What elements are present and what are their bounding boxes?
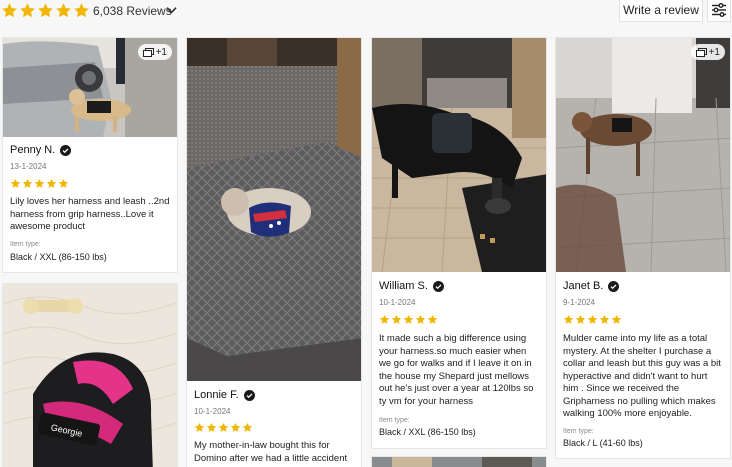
item-type-label: Item type: [379, 417, 410, 424]
star-icon [22, 178, 33, 188]
star-icon [611, 314, 622, 324]
review-text: It made such a big difference using your… [379, 333, 534, 407]
reviews-header: 6,038 Reviews Write a review [0, 0, 732, 24]
star-icon [2, 3, 17, 18]
star-icon [206, 422, 217, 432]
review-date: 10-1-2024 [379, 298, 416, 307]
item-type-value: Black / XXL (86-150 lbs) [10, 252, 107, 262]
star-icon [587, 314, 598, 324]
photo-count: +1 [708, 46, 720, 58]
review-stars [10, 178, 69, 189]
review-photo[interactable] [187, 38, 361, 381]
review-text: My mother-in-law bought this for Domino … [194, 440, 348, 464]
star-icon [391, 314, 402, 324]
item-type-value: Black / L (41-60 lbs) [563, 438, 643, 448]
star-icon [230, 422, 241, 432]
star-icon [403, 314, 414, 324]
reviewer-name: Penny N. [10, 144, 56, 156]
review-photo[interactable]: +1 [3, 38, 177, 137]
review-stars [194, 422, 253, 433]
review-date: 9-1-2024 [563, 298, 596, 307]
review-photo-image [372, 457, 546, 467]
review-text: Mulder came into my life as a total myst… [563, 333, 721, 419]
reviewer-row: Lonnie F. [194, 389, 255, 401]
star-icon [46, 178, 57, 188]
star-icon [74, 3, 89, 18]
star-icon [38, 3, 53, 18]
star-icon [20, 3, 35, 18]
item-type-value: Black / XXL (86-150 lbs) [379, 427, 476, 437]
write-review-button[interactable]: Write a review [619, 0, 703, 22]
reviewer-row: Janet B. [563, 280, 620, 292]
review-card[interactable] [371, 456, 547, 467]
star-icon [58, 178, 69, 188]
review-photo[interactable]: Georgie [3, 284, 177, 467]
overall-rating-stars [1, 2, 90, 19]
images-icon [142, 47, 154, 57]
review-card[interactable]: +1 Janet B. 9-1-2024 Mulder came into my… [555, 37, 731, 459]
review-card[interactable]: +1 Penny N. 13-1-2024 Lily loves her har… [2, 37, 178, 273]
reviewer-name: Lonnie F. [194, 389, 239, 401]
star-icon [56, 3, 71, 18]
review-photo[interactable] [372, 38, 546, 272]
star-icon [218, 422, 229, 432]
star-icon [242, 422, 253, 432]
review-date: 10-1-2024 [194, 407, 231, 416]
verified-badge-icon [243, 389, 255, 401]
star-icon [194, 422, 205, 432]
review-photo-image [187, 38, 361, 381]
photo-count-badge: +1 [137, 44, 172, 60]
star-icon [599, 314, 610, 324]
star-icon [575, 314, 586, 324]
verified-badge-icon [432, 280, 444, 292]
reviewer-row: William S. [379, 280, 444, 292]
review-stars [379, 314, 438, 325]
star-icon [563, 314, 574, 324]
verified-badge-icon [608, 280, 620, 292]
review-photo-image [556, 38, 730, 272]
review-card[interactable]: Lonnie F. 10-1-2024 My mother-in-law bou… [186, 37, 362, 467]
chevron-down-icon[interactable] [166, 6, 177, 14]
reviewer-name: Janet B. [563, 280, 604, 292]
review-photo-image: Georgie [3, 284, 177, 467]
star-icon [379, 314, 390, 324]
photo-count: +1 [155, 46, 167, 58]
item-type-label: Item type: [563, 428, 594, 435]
star-icon [10, 178, 21, 188]
star-icon [415, 314, 426, 324]
item-type-label: Item type: [10, 241, 41, 248]
review-card[interactable]: William S. 10-1-2024 It made such a big … [371, 37, 547, 449]
verified-badge-icon [60, 144, 72, 156]
filter-button[interactable] [707, 0, 731, 22]
star-icon [427, 314, 438, 324]
review-photo[interactable]: +1 [556, 38, 730, 272]
images-icon [695, 47, 707, 57]
sliders-icon [712, 3, 726, 17]
review-photo-image [372, 38, 546, 272]
review-date: 13-1-2024 [10, 162, 47, 171]
review-text: Lily loves her harness and leash ..2nd h… [10, 196, 170, 232]
reviewer-name: William S. [379, 280, 428, 292]
review-stars [563, 314, 622, 325]
reviewer-row: Penny N. [10, 144, 72, 156]
review-card[interactable]: Georgie [2, 283, 178, 467]
star-icon [34, 178, 45, 188]
review-count[interactable]: 6,038 Reviews [93, 4, 172, 18]
photo-count-badge: +1 [690, 44, 725, 60]
